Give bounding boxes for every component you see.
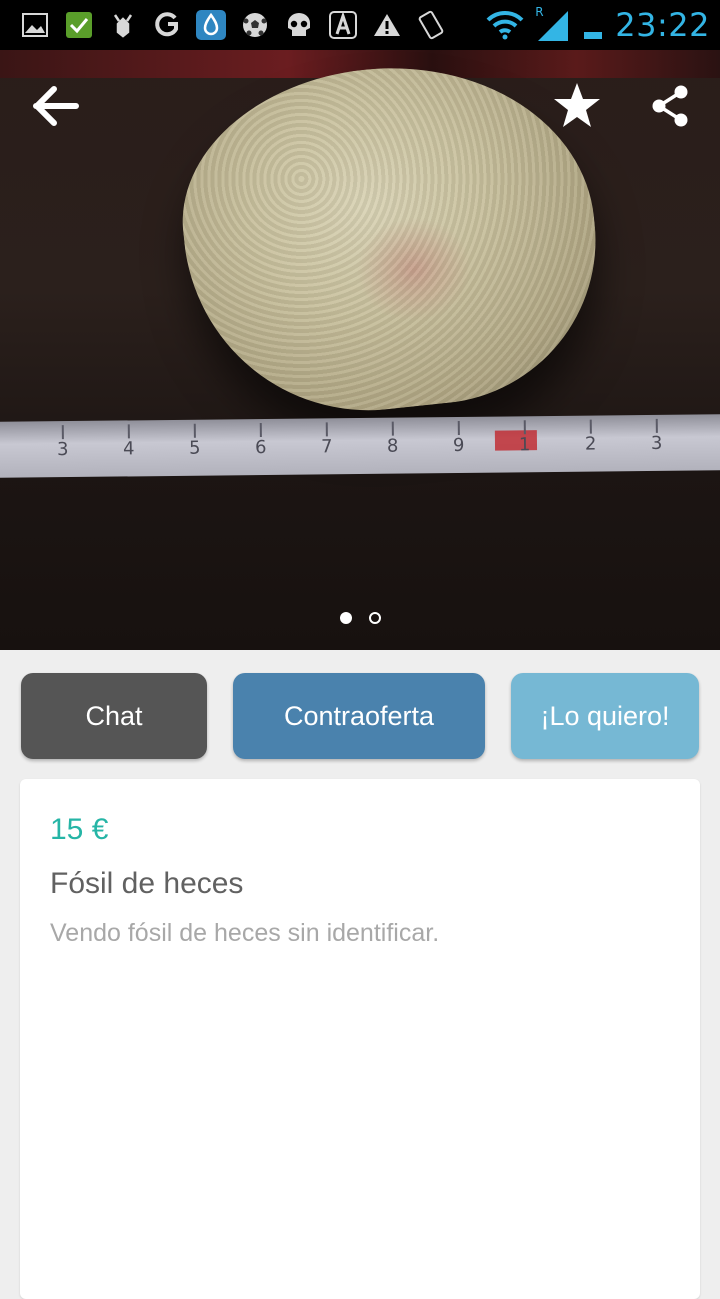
ruler-number: 4 xyxy=(122,438,135,460)
ruler-number: 2 xyxy=(584,433,597,455)
counteroffer-button[interactable]: Contraoferta xyxy=(233,673,485,759)
a-icon xyxy=(328,10,358,40)
ruler-tick xyxy=(127,424,130,439)
favorite-button[interactable] xyxy=(549,78,605,134)
warning-icon xyxy=(372,10,402,40)
price: 15 € xyxy=(50,813,109,846)
photo-pager[interactable] xyxy=(0,612,720,624)
rock-image xyxy=(168,50,612,429)
ruler-number: 3 xyxy=(56,439,69,461)
ruler-image: 3 4 5 6 7 8 9 1 2 3 xyxy=(0,414,720,478)
roaming-label: R xyxy=(535,5,544,19)
share-icon xyxy=(652,85,688,127)
image-icon xyxy=(20,10,50,40)
ruler-number: 9 xyxy=(452,434,465,457)
ruler-tick xyxy=(523,420,526,435)
listing-title: Fósil de heces xyxy=(50,867,244,900)
ruler-tick xyxy=(61,425,64,440)
want-button[interactable]: ¡Lo quiero! xyxy=(511,673,699,759)
rotate-icon xyxy=(416,10,446,40)
ruler-tick xyxy=(655,418,658,433)
check-icon xyxy=(64,10,94,40)
drop-icon xyxy=(196,10,226,40)
soccer-ball-icon xyxy=(240,10,270,40)
ruler-number: 3 xyxy=(650,432,663,454)
listing-card: 15 € Fósil de heces Vendo fósil de heces… xyxy=(20,779,700,1299)
clock: 23:22 xyxy=(615,6,710,44)
ruler-number: 7 xyxy=(320,436,333,458)
ruler-tick xyxy=(391,421,394,436)
ruler-tick xyxy=(457,420,460,435)
signal-icon: R xyxy=(535,6,571,41)
g-icon xyxy=(152,10,182,40)
page-dot-2[interactable] xyxy=(368,612,381,624)
battery-icon xyxy=(581,10,605,40)
product-photo[interactable]: 3 4 5 6 7 8 9 1 2 3 xyxy=(0,50,720,650)
arrow-left-icon xyxy=(33,86,79,126)
skull-icon xyxy=(284,10,314,40)
wifi-icon xyxy=(485,10,525,40)
page-dot-1[interactable] xyxy=(339,612,352,624)
ruler-tick xyxy=(193,423,196,438)
share-button[interactable] xyxy=(642,78,698,134)
ruler-number: 8 xyxy=(386,435,399,457)
back-button[interactable] xyxy=(28,78,84,134)
ruler-tick xyxy=(259,423,262,438)
bug-icon xyxy=(108,10,138,40)
chat-button[interactable]: Chat xyxy=(21,673,207,759)
ruler-number: 5 xyxy=(188,437,201,459)
status-bar: R 23:22 xyxy=(0,0,720,50)
star-icon xyxy=(554,83,600,127)
ruler-number: 6 xyxy=(254,436,267,459)
ruler-tick xyxy=(589,419,592,434)
listing-description: Vendo fósil de heces sin identificar. xyxy=(50,919,440,947)
ruler-tick xyxy=(325,422,328,437)
ruler-number: 1 xyxy=(518,434,531,456)
